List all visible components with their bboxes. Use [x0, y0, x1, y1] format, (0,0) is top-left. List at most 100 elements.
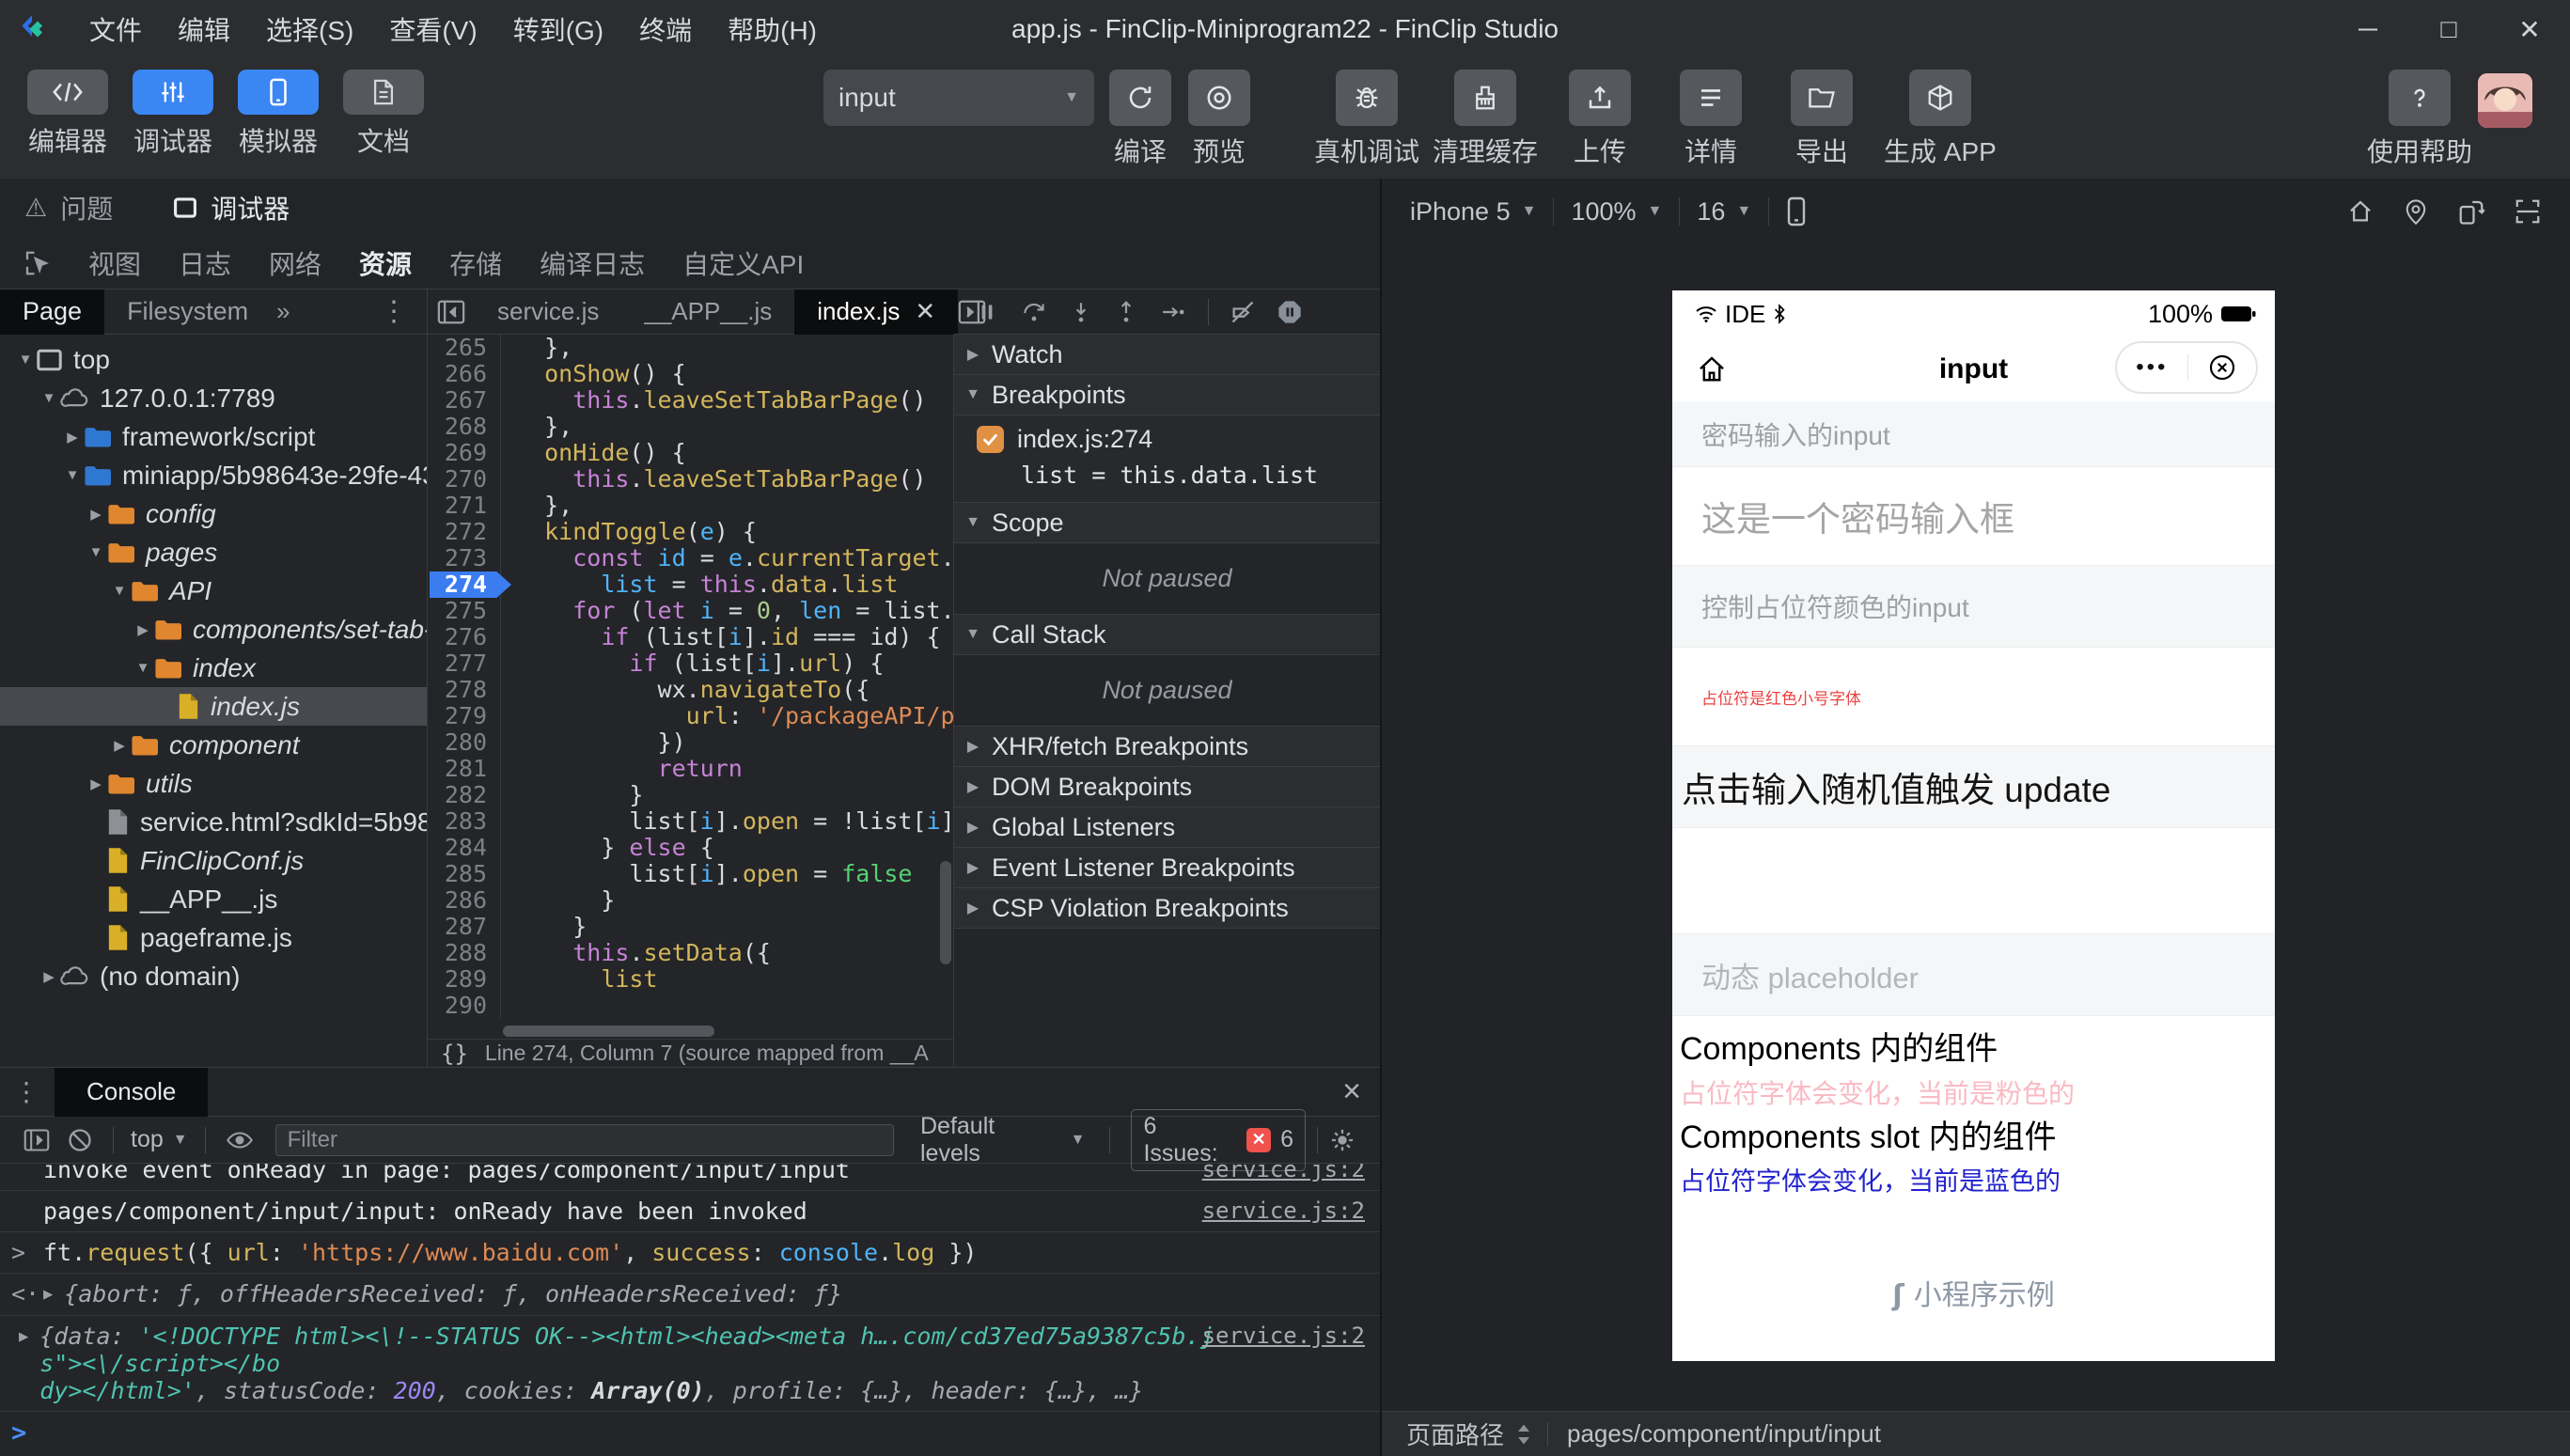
line-number[interactable]: 270	[428, 466, 501, 493]
pause-on-exceptions-icon[interactable]	[1277, 299, 1303, 325]
tree-item[interactable]: ▼ top	[0, 340, 427, 379]
input-field-empty[interactable]	[1672, 828, 2275, 934]
line-number[interactable]: 288	[428, 940, 501, 966]
editor-tab[interactable]: service.js	[475, 297, 621, 326]
editor-horizontal-scrollbar[interactable]	[428, 1024, 953, 1039]
clear-cache-button[interactable]: 清理缓存	[1433, 70, 1538, 169]
tree-item[interactable]: ▼ 127.0.0.1:7789	[0, 379, 427, 417]
tree-arrow-icon[interactable]: ▼	[61, 467, 84, 483]
line-number[interactable]: 267	[428, 387, 501, 414]
debug-section-header[interactable]: ▶ XHR/fetch Breakpoints	[954, 727, 1380, 767]
debug-section-header[interactable]: ▼ Call Stack	[954, 615, 1380, 655]
console-prompt[interactable]: >	[0, 1412, 1380, 1454]
line-number[interactable]: 269	[428, 440, 501, 466]
tree-item[interactable]: ▶ component	[0, 726, 427, 764]
blue-placeholder-input[interactable]: 占位符字体会变化，当前是蓝色的	[1680, 1160, 2275, 1204]
debug-section-header[interactable]: ▶ DOM Breakpoints	[954, 767, 1380, 807]
debugger-view-button[interactable]: 调试器	[132, 70, 214, 159]
editor-tab[interactable]: __APP__.js	[621, 297, 794, 326]
home-icon[interactable]	[2346, 197, 2374, 226]
tree-item[interactable]: ▶ (no domain)	[0, 957, 427, 995]
miniprogram-footer[interactable]: ʃ 小程序示例	[1672, 1272, 2275, 1313]
device-frame-icon[interactable]	[1786, 196, 1807, 227]
line-number[interactable]: 281	[428, 756, 501, 782]
tree-item[interactable]: ▼ pages	[0, 533, 427, 571]
source-link[interactable]: service.js:2	[1180, 1164, 1365, 1182]
line-number[interactable]: 266	[428, 361, 501, 387]
sort-arrows-icon[interactable]	[1515, 1423, 1532, 1446]
simulator-view-button[interactable]: 模拟器	[237, 70, 320, 159]
tree-arrow-icon[interactable]: ▼	[14, 352, 37, 368]
debug-section-header[interactable]: ▶ Watch	[954, 335, 1380, 375]
tree-arrow-icon[interactable]: ▶	[38, 968, 60, 985]
remote-debug-button[interactable]: 真机调试	[1314, 70, 1419, 169]
rotate-device-icon[interactable]	[2457, 197, 2485, 226]
tree-item[interactable]: ▶ utils	[0, 764, 427, 803]
input-field[interactable]: 占位符是红色小号字体	[1672, 648, 2275, 746]
step-out-icon[interactable]	[1114, 300, 1138, 324]
docs-view-button[interactable]: 文档	[342, 70, 425, 159]
settings-gear-icon[interactable]	[1329, 1127, 1356, 1153]
page-path-value[interactable]: pages/component/input/input	[1567, 1419, 1881, 1448]
menu-item[interactable]: 终端	[621, 10, 710, 48]
step-icon[interactable]	[1159, 300, 1187, 324]
tree-item[interactable]: ▶ components/set-tab-bar	[0, 610, 427, 649]
tab-debugger[interactable]: 调试器	[173, 189, 290, 227]
device-selector[interactable]: iPhone 5 ▼	[1410, 197, 1536, 227]
subtab-log[interactable]: 日志	[179, 244, 231, 282]
close-console-icon[interactable]: ×	[1342, 1073, 1361, 1110]
line-number[interactable]: 282	[428, 782, 501, 808]
close-button[interactable]: ✕	[2489, 0, 2570, 58]
close-tab-icon[interactable]: ✕	[915, 297, 935, 326]
menu-item[interactable]: 选择(S)	[248, 10, 371, 48]
tree-item[interactable]: service.html?sdkId=5b98643	[0, 803, 427, 841]
line-number[interactable]: 272	[428, 519, 501, 545]
menu-item[interactable]: 查看(V)	[371, 10, 494, 48]
pause-icon[interactable]	[975, 300, 999, 324]
line-number[interactable]: 277	[428, 650, 501, 677]
tree-arrow-icon[interactable]: ▶	[85, 775, 107, 792]
export-button[interactable]: 导出	[1773, 70, 1871, 169]
step-over-icon[interactable]	[1020, 300, 1048, 324]
menu-item[interactable]: 转到(G)	[495, 10, 621, 48]
nav-home-icon[interactable]	[1695, 352, 1729, 386]
tree-item[interactable]: ▼ index	[0, 649, 427, 687]
tree-item[interactable]: __APP__.js	[0, 880, 427, 918]
tree-arrow-icon[interactable]: ▶	[108, 737, 131, 754]
braces-icon[interactable]: {}	[441, 1041, 468, 1067]
generate-app-button[interactable]: 生成 APP	[1884, 70, 1997, 169]
line-number[interactable]: 285	[428, 861, 501, 887]
expand-arrow-icon[interactable]: ▶	[43, 1280, 53, 1308]
tree-item[interactable]: ▶ framework/script	[0, 417, 427, 456]
eye-icon[interactable]	[226, 1128, 254, 1152]
location-icon[interactable]	[2403, 197, 2429, 226]
tab-filesystem[interactable]: Filesystem	[104, 290, 271, 335]
breakpoint-badge[interactable]: 274	[430, 571, 511, 598]
compile-button[interactable]: 编译	[1107, 70, 1173, 169]
zoom-selector[interactable]: 100% ▼	[1571, 197, 1662, 227]
console-sidebar-icon[interactable]	[24, 1128, 50, 1152]
deactivate-breakpoints-icon[interactable]	[1230, 299, 1256, 325]
line-number[interactable]: 286	[428, 887, 501, 914]
editor-view-button[interactable]: 编辑器	[26, 70, 109, 159]
maximize-button[interactable]: □	[2408, 0, 2489, 58]
more-dots-icon[interactable]: •••	[2136, 356, 2168, 379]
step-into-icon[interactable]	[1069, 300, 1093, 324]
line-number[interactable]: 265	[428, 335, 501, 361]
subtab-network[interactable]: 网络	[269, 244, 321, 282]
line-number[interactable]: 284	[428, 835, 501, 861]
expand-arrow-icon[interactable]: ▶	[19, 1323, 28, 1404]
line-number[interactable]: 273	[428, 545, 501, 571]
filter-input[interactable]	[274, 1123, 894, 1156]
line-number[interactable]: 268	[428, 414, 501, 440]
line-number[interactable]: 289	[428, 966, 501, 993]
tree-arrow-icon[interactable]: ▶	[61, 429, 84, 446]
source-link[interactable]: service.js:2	[1180, 1323, 1365, 1349]
debug-section-header[interactable]: ▼ Scope	[954, 503, 1380, 543]
tab-console[interactable]: Console	[55, 1067, 209, 1117]
debug-section-header[interactable]: ▼ Breakpoints	[954, 375, 1380, 415]
help-button[interactable]: 使用帮助	[2367, 70, 2472, 169]
debug-section-header[interactable]: ▶ Global Listeners	[954, 807, 1380, 848]
close-circle-icon[interactable]	[2207, 352, 2237, 383]
line-number[interactable]: 278	[428, 677, 501, 703]
